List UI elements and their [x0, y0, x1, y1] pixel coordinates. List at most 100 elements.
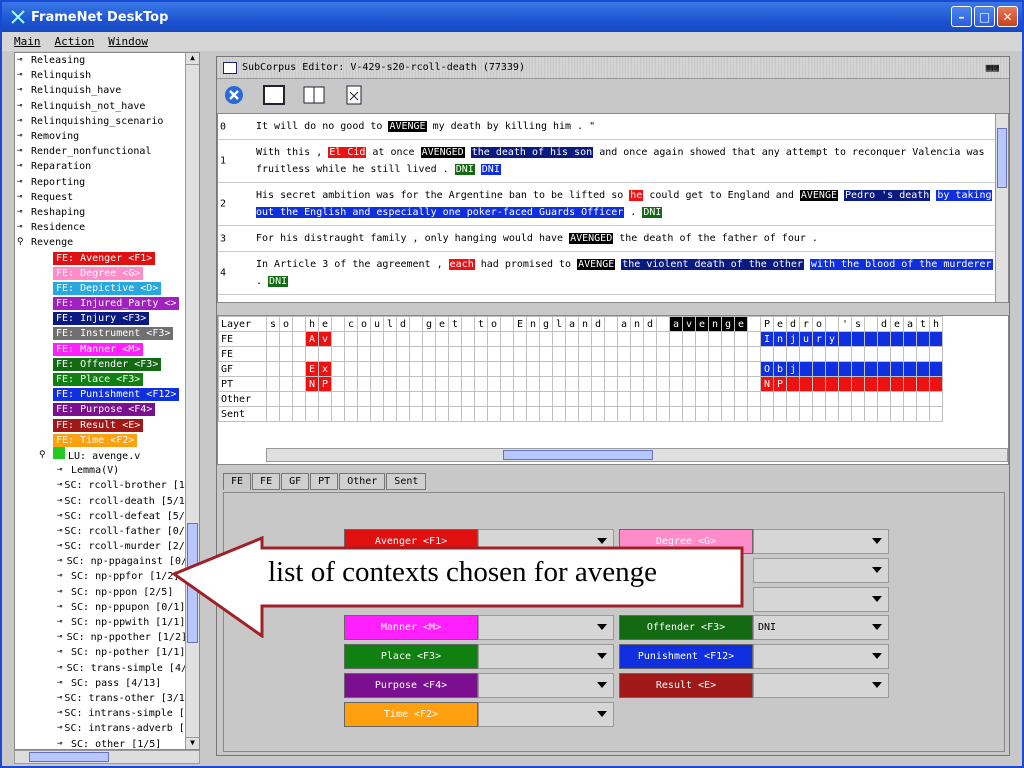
grid-cell[interactable] — [786, 376, 800, 392]
grid-cell[interactable] — [669, 391, 683, 407]
tree-fe-item[interactable]: FE: Degree <G> — [15, 266, 187, 281]
fe-value-select[interactable] — [753, 558, 889, 583]
tree-frame-reporting[interactable]: ⊸ Reporting — [15, 175, 187, 190]
grid-cell[interactable] — [682, 406, 696, 422]
grid-cell[interactable] — [500, 376, 514, 392]
grid-cell[interactable] — [877, 376, 891, 392]
grid-cell[interactable] — [370, 391, 384, 407]
grid-cell[interactable] — [695, 361, 709, 377]
grid-cell[interactable] — [526, 331, 540, 347]
node-collapsed-icon[interactable]: ⊸ — [57, 645, 69, 660]
grid-cell[interactable] — [370, 331, 384, 347]
grid-cell[interactable] — [357, 346, 371, 362]
grid-cell[interactable] — [565, 406, 579, 422]
grid-char-cell[interactable]: a — [903, 316, 917, 332]
grid-cell[interactable] — [617, 391, 631, 407]
grid-cell[interactable] — [929, 361, 943, 377]
tree-subcorpus-item[interactable]: ⊸ SC: rcoll-murder [2/: — [15, 539, 187, 554]
grid-cell[interactable] — [760, 346, 774, 362]
grid-cell[interactable] — [825, 376, 839, 392]
grid-cell[interactable]: j — [786, 361, 800, 377]
grid-cell[interactable] — [474, 406, 488, 422]
grid-cell[interactable] — [695, 346, 709, 362]
grid-char-cell[interactable]: s — [266, 316, 280, 332]
grid-char-cell[interactable] — [656, 316, 670, 332]
grid-cell[interactable] — [396, 376, 410, 392]
grid-cell[interactable] — [279, 331, 293, 347]
grid-cell[interactable] — [604, 376, 618, 392]
grid-cell[interactable]: N — [305, 376, 319, 392]
grid-cell[interactable]: P — [318, 376, 332, 392]
grid-cell[interactable] — [435, 361, 449, 377]
grid-cell[interactable] — [929, 346, 943, 362]
grid-cell[interactable] — [305, 391, 319, 407]
fe-value-select[interactable] — [478, 673, 614, 698]
grid-cell[interactable] — [500, 346, 514, 362]
node-collapsed-icon[interactable]: ⊸ — [57, 721, 62, 736]
grid-cell[interactable] — [604, 331, 618, 347]
grid-cell[interactable] — [695, 331, 709, 347]
node-collapsed-icon[interactable]: ⊸ — [17, 68, 29, 83]
grid-char-cell[interactable]: l — [552, 316, 566, 332]
grid-cell[interactable] — [838, 376, 852, 392]
grid-cell[interactable] — [357, 406, 371, 422]
grid-cell[interactable] — [773, 391, 787, 407]
grid-cell[interactable] — [669, 361, 683, 377]
grid-cell[interactable] — [916, 361, 930, 377]
node-collapsed-icon[interactable]: ⊸ — [17, 220, 29, 235]
grid-cell[interactable] — [617, 376, 631, 392]
grid-cell[interactable] — [409, 376, 423, 392]
sentence-scroll-thumb[interactable] — [997, 128, 1007, 188]
grid-cell[interactable] — [539, 331, 553, 347]
grid-char-cell[interactable]: n — [630, 316, 644, 332]
grid-cell[interactable] — [877, 406, 891, 422]
grid-cell[interactable] — [591, 346, 605, 362]
maximize-button[interactable]: □ — [974, 6, 995, 27]
grid-char-cell[interactable]: g — [422, 316, 436, 332]
grid-cell[interactable] — [396, 406, 410, 422]
tree-horizontal-scrollbar[interactable] — [14, 750, 200, 764]
grid-cell[interactable] — [370, 406, 384, 422]
node-collapsed-icon[interactable]: ⊸ — [17, 129, 29, 144]
tree-fe-item[interactable]: FE: Depictive <D> — [15, 281, 187, 296]
grid-cell[interactable] — [422, 346, 436, 362]
grid-cell[interactable]: A — [305, 331, 319, 347]
node-collapsed-icon[interactable]: ⊸ — [57, 661, 65, 676]
tab-fe[interactable]: FE — [252, 473, 281, 490]
grid-cell[interactable] — [669, 406, 683, 422]
grid-cell[interactable] — [292, 346, 306, 362]
tree-fe-item[interactable]: FE: Place <F3> — [15, 372, 187, 387]
tree-fe-item[interactable]: FE: Purpose <F4> — [15, 402, 187, 417]
grid-cell[interactable] — [578, 361, 592, 377]
grid-cell[interactable] — [448, 376, 462, 392]
delete-doc-icon[interactable] — [343, 84, 365, 106]
grid-cell[interactable] — [565, 391, 579, 407]
grid-char-cell[interactable]: g — [539, 316, 553, 332]
tree-fe-item[interactable]: FE: Instrument <F3> — [15, 326, 187, 341]
grid-cell[interactable] — [448, 391, 462, 407]
grid-cell[interactable] — [396, 391, 410, 407]
grid-cell[interactable] — [552, 361, 566, 377]
grid-cell[interactable] — [578, 331, 592, 347]
grid-cell[interactable] — [266, 376, 280, 392]
node-collapsed-icon[interactable]: ⊸ — [57, 509, 62, 524]
grid-char-cell[interactable]: e — [695, 316, 709, 332]
grid-cell[interactable] — [487, 376, 501, 392]
grid-cell[interactable] — [331, 361, 345, 377]
grid-cell[interactable] — [890, 331, 904, 347]
grid-cell[interactable] — [435, 331, 449, 347]
grid-cell[interactable] — [344, 331, 358, 347]
node-collapsed-icon[interactable]: ⊸ — [57, 463, 69, 478]
grid-cell[interactable] — [435, 406, 449, 422]
grid-cell[interactable] — [383, 376, 397, 392]
tree-fe-item[interactable]: FE: Avenger <F1> — [15, 250, 187, 265]
fe-value-select[interactable] — [753, 673, 889, 698]
restore-icon[interactable]: ▦▦ — [986, 61, 999, 74]
grid-cell[interactable] — [916, 346, 930, 362]
grid-cell[interactable] — [851, 406, 865, 422]
grid-cell[interactable] — [643, 331, 657, 347]
grid-cell[interactable] — [799, 346, 813, 362]
grid-cell[interactable] — [266, 391, 280, 407]
tree-subcorpus-item[interactable]: ⊸ SC: rcoll-death [5/1: — [15, 493, 187, 508]
grid-cell[interactable] — [513, 376, 527, 392]
